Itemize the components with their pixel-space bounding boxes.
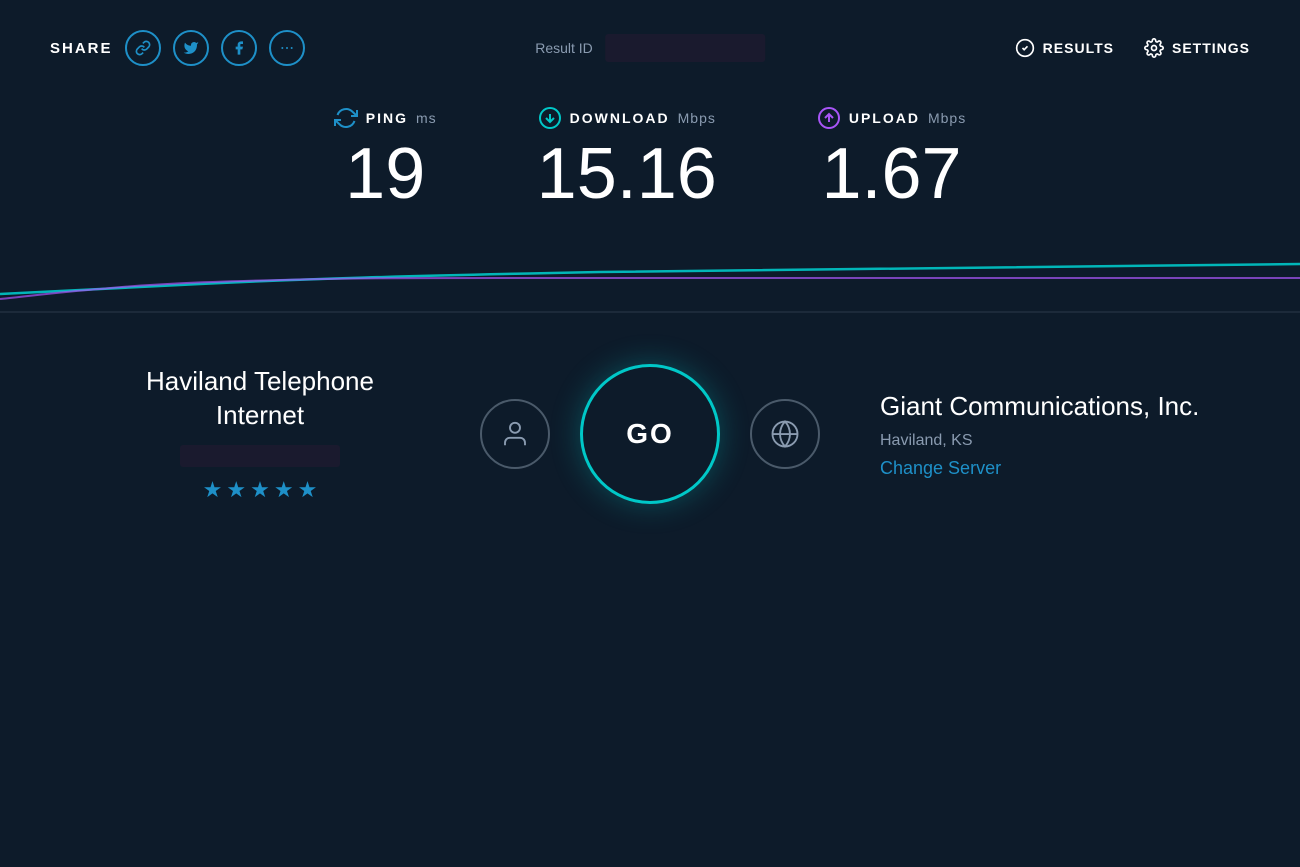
go-label: GO [626,418,674,450]
server-name: Giant Communications, Inc. [880,390,1200,424]
share-section: SHARE [50,30,305,66]
download-label: DOWNLOAD [570,110,670,126]
upload-label: UPLOAD [849,110,920,126]
results-nav-item[interactable]: RESULTS [1015,38,1114,58]
bottom-section: Haviland Telephone Internet ★ ★ ★ ★ ★ GO [0,324,1300,544]
globe-button[interactable] [750,399,820,469]
result-id-label: Result ID [535,40,593,56]
center-controls: GO [480,364,820,504]
speed-graph [0,234,1300,314]
facebook-share-button[interactable] [221,30,257,66]
download-unit: Mbps [678,110,716,126]
change-server-link[interactable]: Change Server [880,458,1001,478]
upload-value: 1.67 [821,135,961,214]
star-3: ★ [250,477,270,503]
link-icon [135,40,151,56]
user-account-button[interactable] [480,399,550,469]
gear-icon [1144,38,1164,58]
ping-icon [334,106,358,130]
more-icon [279,40,295,56]
isp-redacted-value [180,445,340,467]
stats-section: PING ms 19 DOWNLOAD Mbps 15.16 UPLOAD Mb [0,86,1300,224]
upload-block: UPLOAD Mbps 1.67 [817,106,966,214]
share-label: SHARE [50,40,113,57]
star-2: ★ [226,477,246,503]
twitter-share-button[interactable] [173,30,209,66]
download-icon [538,106,562,130]
download-value: 15.16 [537,135,717,214]
server-info: Giant Communications, Inc. Haviland, KS … [880,390,1200,479]
twitter-icon [183,40,199,56]
header: SHARE Result ID [0,0,1300,86]
ping-label: PING [366,110,408,126]
download-header: DOWNLOAD Mbps [538,106,716,130]
graph-svg [0,234,1300,314]
copy-link-button[interactable] [125,30,161,66]
checkmark-circle-icon [1015,38,1035,58]
result-id-section: Result ID [535,34,765,62]
user-icon [500,419,530,449]
server-location: Haviland, KS [880,432,1200,450]
ping-header: PING ms [334,106,437,130]
star-1: ★ [203,477,223,503]
star-5: ★ [298,477,318,503]
download-block: DOWNLOAD Mbps 15.16 [537,106,717,214]
go-button[interactable]: GO [580,364,720,504]
globe-icon [770,419,800,449]
ping-unit: ms [416,110,437,126]
more-share-button[interactable] [269,30,305,66]
star-rating: ★ ★ ★ ★ ★ [100,477,420,503]
isp-name: Haviland Telephone Internet [100,365,420,433]
isp-info: Haviland Telephone Internet ★ ★ ★ ★ ★ [100,365,420,503]
upload-header: UPLOAD Mbps [817,106,966,130]
facebook-icon [231,40,247,56]
results-label: RESULTS [1043,40,1114,56]
settings-nav-item[interactable]: SETTINGS [1144,38,1250,58]
ping-value: 19 [345,135,425,214]
nav-section: RESULTS SETTINGS [1015,38,1250,58]
result-id-value [605,34,765,62]
star-4: ★ [274,477,294,503]
upload-unit: Mbps [928,110,966,126]
upload-icon [817,106,841,130]
ping-block: PING ms 19 [334,106,437,214]
settings-label: SETTINGS [1172,40,1250,56]
